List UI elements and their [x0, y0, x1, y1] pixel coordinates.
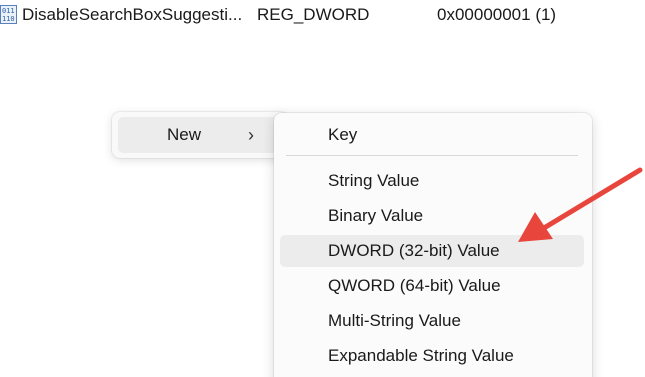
submenu-item-dword-value[interactable]: DWORD (32-bit) Value [280, 235, 584, 267]
submenu-item-key[interactable]: Key [280, 119, 584, 151]
svg-text:011: 011 [2, 7, 15, 15]
submenu-item-label: Key [328, 125, 358, 144]
registry-value-row[interactable]: 011 110 DisableSearchBoxSuggesti... REG_… [0, 0, 645, 30]
registry-value-data: 0x00000001 (1) [437, 5, 557, 24]
new-submenu: Key String Value Binary Value DWORD (32-… [274, 113, 592, 377]
submenu-item-string-value[interactable]: String Value [280, 165, 584, 197]
submenu-item-expandable-string-value[interactable]: Expandable String Value [280, 340, 584, 372]
registry-value-type: REG_DWORD [257, 5, 370, 24]
submenu-item-qword-value[interactable]: QWORD (64-bit) Value [280, 270, 584, 302]
chevron-right-icon: › [248, 125, 254, 145]
submenu-item-label: DWORD (32-bit) Value [328, 241, 500, 260]
context-menu: New › [112, 112, 288, 158]
submenu-item-label: String Value [328, 171, 420, 190]
submenu-item-binary-value[interactable]: Binary Value [280, 200, 584, 232]
reg-binary-value-icon: 011 110 [0, 5, 17, 24]
menu-item-new[interactable]: New › [118, 117, 278, 153]
submenu-item-label: QWORD (64-bit) Value [328, 276, 501, 295]
registry-editor-screenshot: 011 110 DisableSearchBoxSuggesti... REG_… [0, 0, 645, 377]
submenu-item-label: Expandable String Value [328, 346, 514, 365]
svg-text:110: 110 [2, 15, 15, 23]
submenu-item-multi-string-value[interactable]: Multi-String Value [280, 305, 584, 337]
menu-separator [286, 155, 578, 156]
menu-item-new-label: New [167, 125, 202, 144]
submenu-item-label: Multi-String Value [328, 311, 461, 330]
submenu-item-label: Binary Value [328, 206, 424, 225]
registry-value-name: DisableSearchBoxSuggesti... [22, 5, 243, 24]
